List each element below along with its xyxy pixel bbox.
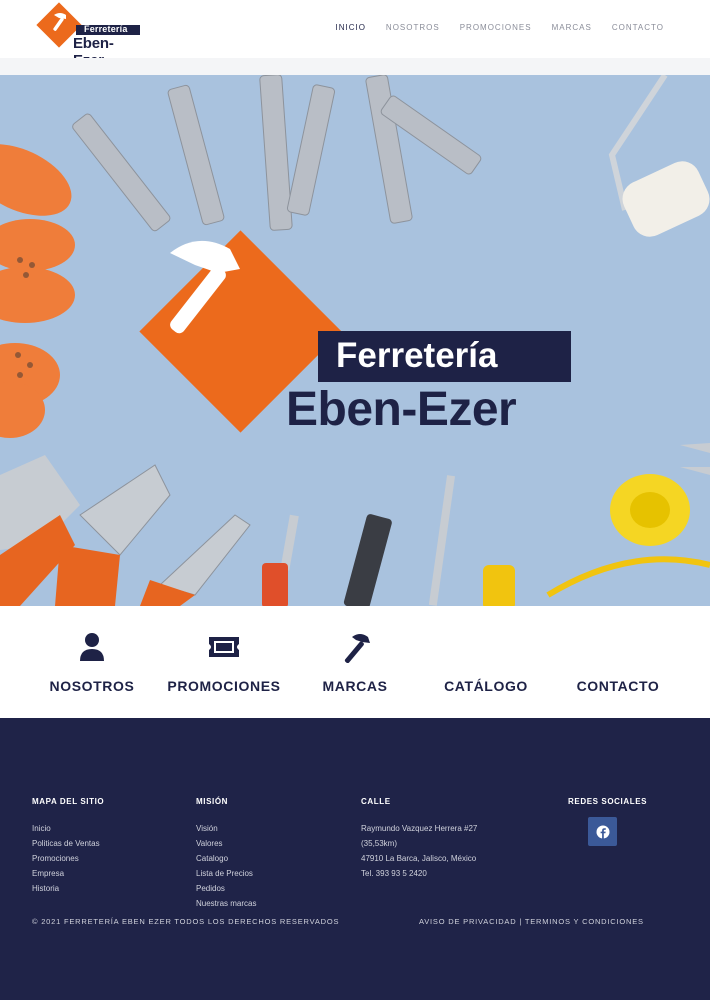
footer-sitemap: MAPA DEL SITIO Inicio Politicas de Venta… bbox=[32, 797, 104, 896]
hammer-icon bbox=[53, 13, 66, 31]
facebook-button[interactable] bbox=[588, 817, 617, 846]
feature-label: CATÁLOGO bbox=[444, 678, 528, 694]
header-divider-strip bbox=[0, 58, 710, 75]
nav-marcas[interactable]: MARCAS bbox=[552, 23, 592, 32]
feature-catalogo[interactable]: CATÁLOGO bbox=[411, 630, 561, 694]
main-nav: INICIO NOSOTROS PROMOCIONES MARCAS CONTA… bbox=[335, 23, 664, 32]
footer-link-inicio[interactable]: Inicio bbox=[32, 821, 104, 836]
footer-link-lista-precios[interactable]: Lista de Precios bbox=[196, 866, 256, 881]
site-footer: MAPA DEL SITIO Inicio Politicas de Venta… bbox=[0, 718, 710, 1000]
hero-logo: Ferretería Eben-Ezer bbox=[139, 230, 580, 436]
footer-link-marcas[interactable]: Nuestras marcas bbox=[196, 896, 256, 911]
footer-link-politicas[interactable]: Politicas de Ventas bbox=[32, 836, 104, 851]
footer-link-catalogo[interactable]: Catalogo bbox=[196, 851, 256, 866]
nav-inicio[interactable]: INICIO bbox=[335, 23, 365, 32]
feature-promociones[interactable]: PROMOCIONES bbox=[149, 630, 299, 694]
nav-contacto[interactable]: CONTACTO bbox=[612, 23, 664, 32]
phone-line: Tel. 393 93 5 2420 bbox=[361, 869, 427, 878]
nav-promociones[interactable]: PROMOCIONES bbox=[460, 23, 532, 32]
footer-link-historia[interactable]: Historia bbox=[32, 881, 104, 896]
footer-heading: REDES SOCIALES bbox=[568, 797, 648, 806]
footer-link-pedidos[interactable]: Pedidos bbox=[196, 881, 256, 896]
feature-links: NOSOTROS PROMOCIONES MARCAS CATÁLOGO CON… bbox=[0, 606, 710, 718]
footer-link-promociones[interactable]: Promociones bbox=[32, 851, 104, 866]
hero-banner: Ferretería Eben-Ezer bbox=[0, 75, 710, 606]
feature-label: MARCAS bbox=[322, 678, 388, 694]
feature-label: NOSOTROS bbox=[49, 678, 135, 694]
hero-logo-text-top: Ferretería bbox=[336, 336, 498, 375]
footer-mission: MISIÓN Visión Valores Catalogo Lista de … bbox=[196, 797, 256, 911]
address-line: 47910 La Barca, Jalisco, México bbox=[361, 854, 477, 863]
footer-heading: MISIÓN bbox=[196, 797, 229, 806]
feature-contacto[interactable]: CONTACTO bbox=[543, 630, 693, 694]
footer-heading: MAPA DEL SITIO bbox=[32, 797, 105, 806]
hero-logo-text-bottom: Eben-Ezer bbox=[286, 383, 517, 436]
logo-text-top: Ferretería bbox=[84, 24, 128, 34]
hammer-icon bbox=[344, 634, 370, 663]
feature-marcas[interactable]: MARCAS bbox=[280, 630, 430, 694]
footer-address: CALLE Raymundo Vazquez Herrera #27 (35,5… bbox=[361, 797, 477, 881]
hammer-icon bbox=[170, 240, 240, 334]
footer-link-empresa[interactable]: Empresa bbox=[32, 866, 104, 881]
feature-label: CONTACTO bbox=[576, 678, 660, 694]
address-line: Raymundo Vazquez Herrera #27 bbox=[361, 824, 478, 833]
feature-nosotros[interactable]: NOSOTROS bbox=[17, 630, 167, 694]
nav-nosotros[interactable]: NOSOTROS bbox=[386, 23, 440, 32]
facebook-icon bbox=[596, 825, 609, 838]
copyright-text: © 2021 FERRETERÍA EBEN EZER TODOS LOS DE… bbox=[32, 917, 340, 926]
site-logo[interactable]: Ferretería Eben-Ezer bbox=[36, 2, 142, 69]
feature-label: PROMOCIONES bbox=[167, 678, 281, 694]
legal-links[interactable]: AVISO DE PRIVACIDAD | TERMINOS Y CONDICI… bbox=[419, 917, 644, 926]
footer-link-valores[interactable]: Valores bbox=[196, 836, 256, 851]
address-line: (35,53km) bbox=[361, 839, 398, 848]
ticket-icon bbox=[209, 637, 239, 657]
footer-link-vision[interactable]: Visión bbox=[196, 821, 256, 836]
user-icon bbox=[80, 633, 104, 661]
site-header: Ferretería Eben-Ezer INICIO NOSOTROS PRO… bbox=[0, 0, 710, 69]
footer-heading: CALLE bbox=[361, 797, 391, 806]
